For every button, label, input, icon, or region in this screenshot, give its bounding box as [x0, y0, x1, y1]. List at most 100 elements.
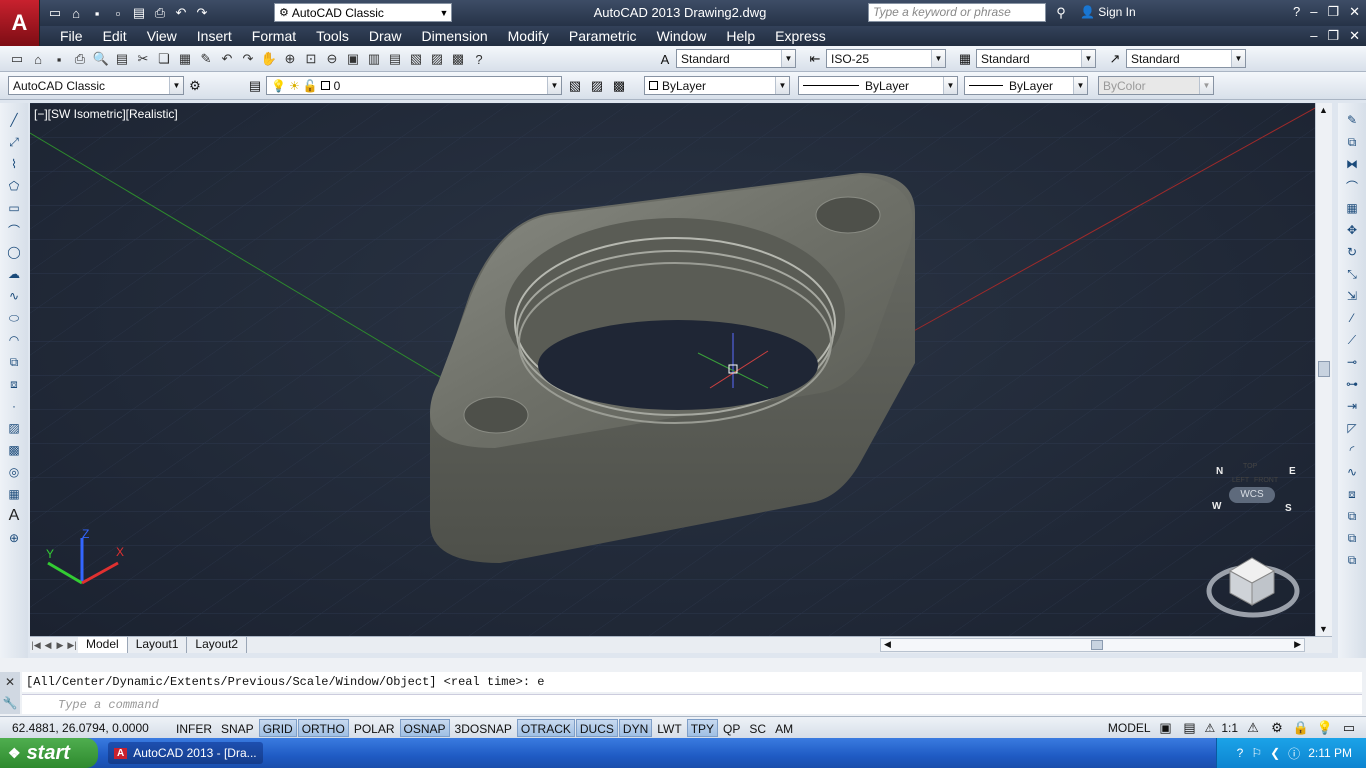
menu-view[interactable]: View	[137, 28, 187, 44]
sign-in-button[interactable]: 👤 Sign In	[1080, 5, 1136, 19]
workspace-combo[interactable]: AutoCAD Classic ▼	[8, 76, 184, 95]
publish-file-icon[interactable]: ▤	[113, 50, 131, 68]
dim-style-select[interactable]: ISO-25 ▼	[826, 49, 946, 68]
draworder-back-icon[interactable]: ⧉	[1343, 551, 1361, 569]
coordinates-readout[interactable]: 62.4881, 26.0794, 0.0000	[0, 721, 172, 735]
add-selected-icon[interactable]: ⊕	[5, 529, 23, 547]
restore-icon[interactable]: ❐	[1327, 4, 1339, 20]
close-icon[interactable]: ✕	[1349, 4, 1360, 20]
spline-icon[interactable]: ∿	[5, 287, 23, 305]
multileader-style-select[interactable]: Standard ▼	[1126, 49, 1246, 68]
region-icon[interactable]: ◎	[5, 463, 23, 481]
undo-icon[interactable]: ↶	[172, 4, 190, 22]
tray-help-icon[interactable]: ?	[1237, 746, 1244, 760]
save-icon[interactable]: ▪	[88, 4, 106, 22]
clock[interactable]: 2:11 PM	[1308, 746, 1352, 760]
isolate-objects-icon[interactable]: 💡	[1316, 719, 1334, 737]
tray-info-icon[interactable]: ⓘ	[1288, 745, 1300, 762]
command-input[interactable]: Type a command	[22, 694, 1362, 714]
layer-states-icon[interactable]: ▩	[610, 77, 628, 95]
publish-icon[interactable]: ▤	[130, 4, 148, 22]
toggle-infer[interactable]: INFER	[172, 719, 216, 737]
tab-layout1[interactable]: Layout1	[128, 637, 188, 653]
zoom-realtime-icon[interactable]: ⊕	[281, 50, 299, 68]
toggle-osnap[interactable]: OSNAP	[399, 718, 450, 737]
layer-previous-icon[interactable]: ▨	[588, 77, 606, 95]
menu-draw[interactable]: Draw	[359, 28, 412, 44]
tab-model[interactable]: Model	[78, 637, 128, 653]
doc-restore-icon[interactable]: ❐	[1327, 28, 1339, 44]
point-icon[interactable]: ·	[5, 397, 23, 415]
tray-network-icon[interactable]: ⚐	[1251, 746, 1262, 760]
revision-cloud-icon[interactable]: ☁	[5, 265, 23, 283]
polyline-icon[interactable]: ⌇	[5, 155, 23, 173]
doc-close-icon[interactable]: ✕	[1349, 28, 1360, 44]
menu-dimension[interactable]: Dimension	[412, 28, 498, 44]
paste-icon[interactable]: ▦	[176, 50, 194, 68]
viewport-controls-label[interactable]: [−][SW Isometric][Realistic]	[34, 107, 178, 121]
toggle-dyn[interactable]: DYN	[618, 718, 653, 737]
make-current-icon[interactable]: ▧	[566, 77, 584, 95]
horizontal-scrollbar[interactable]: ◀ ▶	[880, 638, 1305, 652]
menu-modify[interactable]: Modify	[498, 28, 559, 44]
mirror-icon[interactable]: ⧓	[1343, 155, 1361, 173]
polygon-icon[interactable]: ⬠	[5, 177, 23, 195]
stretch-icon[interactable]: ⇲	[1343, 287, 1361, 305]
tool-palettes-icon[interactable]: ▤	[386, 50, 404, 68]
lineweight-select[interactable]: ByLayer ▼	[964, 76, 1088, 95]
clean-screen-icon[interactable]: ▭	[1340, 719, 1358, 737]
new-icon[interactable]: ▭	[46, 4, 64, 22]
toggle-ortho[interactable]: ORTHO	[297, 718, 349, 737]
arc-icon[interactable]: ⌒	[5, 221, 23, 239]
layer-select[interactable]: 💡 ☀ 🔓 0 ▼	[266, 76, 562, 95]
scroll-up-icon[interactable]: ▲	[1319, 105, 1328, 115]
blend-icon[interactable]: ∿	[1343, 463, 1361, 481]
array-icon[interactable]: ▦	[1343, 199, 1361, 217]
linetype-select[interactable]: ByLayer ▼	[798, 76, 958, 95]
sheet-set-icon[interactable]: ▧	[407, 50, 425, 68]
toggle-otrack[interactable]: OTRACK	[516, 718, 575, 737]
plot-icon[interactable]: ⎙	[151, 4, 169, 22]
text-style-select[interactable]: Standard ▼	[676, 49, 796, 68]
extend-icon[interactable]: ⟋	[1343, 331, 1361, 349]
rotate-icon[interactable]: ↻	[1343, 243, 1361, 261]
annotation-scale[interactable]: 1:1	[1221, 721, 1238, 735]
table-style-select[interactable]: Standard ▼	[976, 49, 1096, 68]
binoculars-icon[interactable]: ⚲	[1052, 4, 1070, 22]
match-properties-icon[interactable]: ✎	[197, 50, 215, 68]
quick-view-drawings-icon[interactable]: ▤	[1181, 719, 1199, 737]
open-file-icon[interactable]: ⌂	[29, 50, 47, 68]
vscroll-thumb[interactable]	[1318, 361, 1330, 377]
preview-icon[interactable]: 🔍	[92, 50, 110, 68]
scale-icon[interactable]: ⤡	[1343, 265, 1361, 283]
gradient-icon[interactable]: ▩	[5, 441, 23, 459]
ellipse-icon[interactable]: ⬭	[5, 309, 23, 327]
undo-tool-icon[interactable]: ↶	[218, 50, 236, 68]
copy-icon[interactable]: ❏	[155, 50, 173, 68]
toggle-snap[interactable]: SNAP	[217, 719, 258, 737]
help-icon[interactable]: ?	[1293, 4, 1300, 20]
pan-icon[interactable]: ✋	[260, 50, 278, 68]
minimize-icon[interactable]: –	[1310, 4, 1317, 20]
tab-layout2[interactable]: Layout2	[187, 637, 248, 653]
vertical-scrollbar[interactable]: ▲ ▼	[1315, 103, 1332, 636]
scroll-down-icon[interactable]: ▼	[1319, 624, 1328, 634]
layer-manager-icon[interactable]: ▤	[246, 77, 264, 95]
explode-icon[interactable]: ⧈	[1343, 485, 1361, 503]
taskbar-autocad[interactable]: A AutoCAD 2013 - [Dra...	[108, 742, 263, 764]
lock-ui-icon[interactable]: 🔒	[1292, 719, 1310, 737]
zoom-previous-icon[interactable]: ⊖	[323, 50, 341, 68]
rectangle-icon[interactable]: ▭	[5, 199, 23, 217]
chamfer-icon[interactable]: ◸	[1343, 419, 1361, 437]
application-menu-button[interactable]: A	[0, 0, 40, 46]
insert-block-icon[interactable]: ⧉	[5, 353, 23, 371]
prev-tab-icon[interactable]: ◀	[42, 640, 54, 651]
erase-icon[interactable]: ✎	[1343, 111, 1361, 129]
line-icon[interactable]: ╱	[5, 111, 23, 129]
quick-view-layouts-icon[interactable]: ▣	[1157, 719, 1175, 737]
toggle-qp[interactable]: QP	[719, 719, 744, 737]
next-tab-icon[interactable]: ▶	[54, 640, 66, 651]
toggle-3dosnap[interactable]: 3DOSNAP	[451, 719, 516, 737]
menu-window[interactable]: Window	[647, 28, 717, 44]
open-icon[interactable]: ⌂	[67, 4, 85, 22]
